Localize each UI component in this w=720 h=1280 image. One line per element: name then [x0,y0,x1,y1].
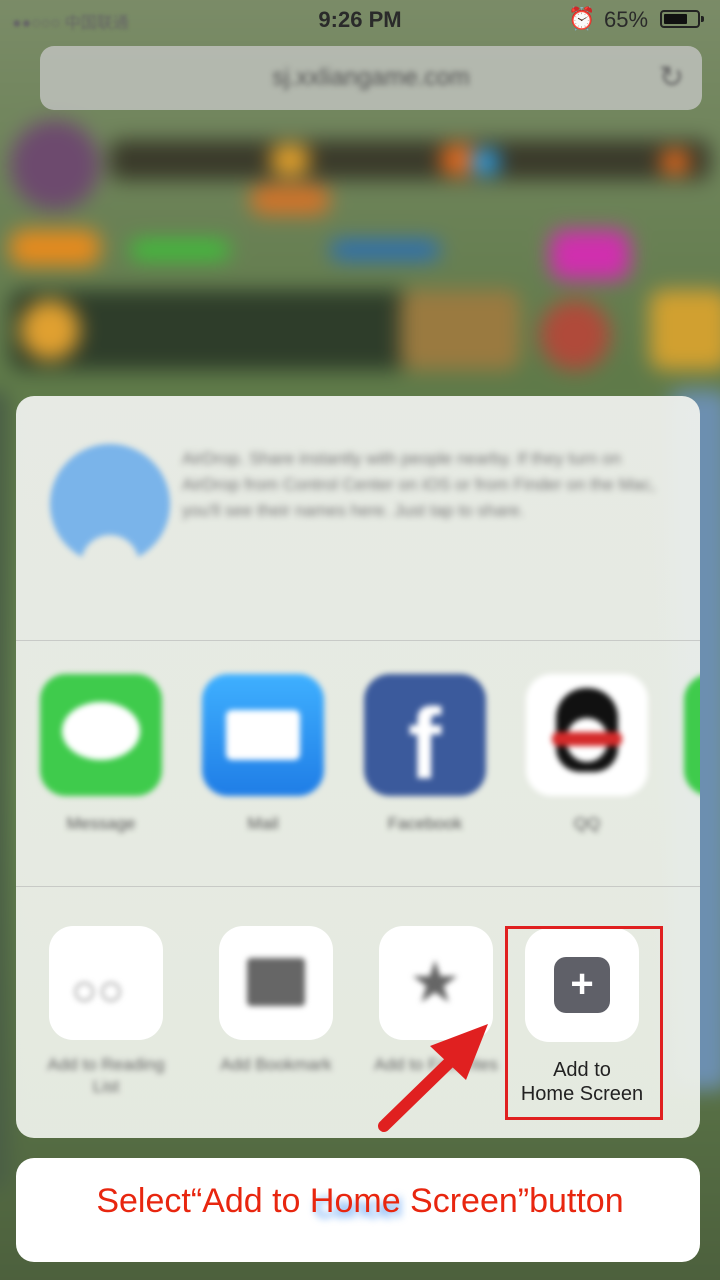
status-bar: ●●○○○ 中国联通 9:26 PM ⏰ 65% [0,0,720,40]
airdrop-description: AirDrop. Share instantly with people nea… [182,449,656,520]
battery-icon [660,10,704,28]
battery-percent: 65% [604,7,649,32]
share-app-mail[interactable]: Mail [198,674,328,834]
share-app-more[interactable] [680,674,700,796]
share-app-facebook[interactable]: f Facebook [360,674,490,834]
share-app-qq[interactable]: QQ [522,674,652,834]
share-app-message[interactable]: Message [36,674,166,834]
alarm-icon: ⏰ [568,6,596,31]
more-apps-icon [684,674,700,796]
pointer-arrow-icon [378,1024,488,1132]
qq-penguin-icon [526,674,648,796]
reading-list-icon: ○○ [49,926,163,1040]
highlight-box [505,926,663,1120]
action-label: Add to Reading List [47,1055,165,1096]
airdrop-section[interactable]: AirDrop. Share instantly with people nea… [16,396,700,641]
message-icon [40,674,162,796]
app-label: QQ [573,814,601,833]
action-add-bookmark[interactable]: Add Bookmark [206,926,346,1076]
app-label: Mail [247,814,279,833]
bookmark-book-icon [219,926,333,1040]
action-add-reading-list[interactable]: ○○ Add to Reading List [36,926,176,1098]
app-label: Facebook [387,814,463,833]
instruction-caption: Select“Add to Home Screen”button [96,1182,624,1220]
share-apps-row: Message Mail f Facebook QQ [16,640,700,887]
facebook-icon: f [364,674,486,796]
action-label: Add Bookmark [220,1055,332,1074]
address-bar[interactable]: sj.xxliangame.com ↻ [40,46,702,110]
url-text: sj.xxliangame.com [272,64,470,91]
reload-icon[interactable]: ↻ [659,60,684,95]
airdrop-icon [50,444,170,564]
mail-icon [202,674,324,796]
app-label: Message [66,814,136,833]
